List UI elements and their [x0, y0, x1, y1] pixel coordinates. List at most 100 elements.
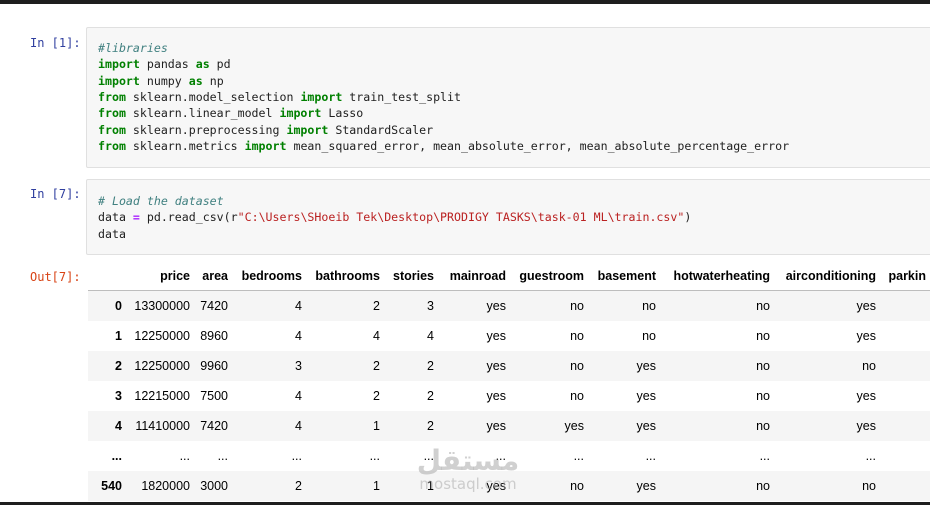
cell-airconditioning: yes [856, 329, 876, 343]
column-header-price: price [126, 262, 194, 291]
cell-guestroom: yes [564, 419, 584, 433]
column-header-bedrooms: bedrooms [232, 262, 306, 291]
table-row: 540 1820000 3000 2 1 1 yes no yes no no [88, 471, 930, 501]
cell-stories: 4 [427, 329, 434, 343]
code-token: as [195, 57, 210, 72]
cell-bedrooms: ... [291, 449, 302, 463]
cell-basement: no [642, 299, 656, 313]
cell-bedrooms: 4 [295, 329, 302, 343]
code-token: np [202, 73, 224, 88]
cell-hotwaterheating: ... [759, 449, 770, 463]
code-token: as [188, 73, 203, 88]
cell-basement: yes [636, 479, 656, 493]
code-line: data = pd.read_csv(r"C:\Users\SHoeib Tek… [98, 209, 691, 225]
cell-hotwaterheating: no [756, 479, 770, 493]
cell-airconditioning: yes [856, 389, 876, 403]
cell-2-code-editor[interactable]: # Load the dataset data = pd.read_csv(r"C… [86, 179, 930, 255]
column-header-mainroad: mainroad [438, 262, 510, 291]
output-prompt: Out[7]: [30, 270, 81, 284]
cell-area: ... [217, 449, 228, 463]
cell-basement: no [642, 329, 656, 343]
cell-mainroad: ... [495, 449, 506, 463]
cell-parking [880, 471, 930, 501]
code-line: from sklearn.linear_model import Lasso [98, 105, 363, 121]
cell-hotwaterheating: no [756, 389, 770, 403]
cell-parking [880, 381, 930, 411]
column-header-guestroom: guestroom [510, 262, 588, 291]
code-token: = [132, 210, 140, 225]
cell-1-code-editor[interactable]: #libraries import pandas as pd import nump… [86, 27, 930, 168]
dataframe-table: price area bedrooms bathrooms stories ma… [88, 262, 930, 501]
cell-area: 7420 [200, 299, 228, 313]
table-row: 1 12250000 8960 4 4 4 yes no no no yes [88, 321, 930, 351]
cell-bathrooms: ... [369, 449, 380, 463]
cell-price: 11410000 [135, 419, 190, 433]
code-token: # Load the dataset [98, 194, 224, 208]
cell-parking [880, 291, 930, 322]
cell-guestroom: no [570, 299, 584, 313]
column-header-index [88, 262, 126, 291]
cell-hotwaterheating: no [756, 299, 770, 313]
cell-bathrooms: 4 [373, 329, 380, 343]
code-token: numpy [139, 73, 189, 88]
row-index: 0 [115, 299, 122, 313]
cell-airconditioning: no [862, 359, 876, 373]
code-token: sklearn.linear_model [125, 106, 280, 121]
cell-hotwaterheating: no [756, 419, 770, 433]
code-token: from [98, 89, 126, 104]
cell-bedrooms: 4 [295, 419, 302, 433]
cell-stories: 2 [427, 419, 434, 433]
cell-bathrooms: 2 [373, 299, 380, 313]
cell-guestroom: no [570, 479, 584, 493]
cell-price: ... [179, 449, 190, 463]
cell-guestroom: no [570, 389, 584, 403]
code-line: data [98, 226, 126, 242]
cell-mainroad: yes [486, 419, 506, 433]
cell-price: 12250000 [134, 359, 190, 373]
code-token: from [98, 122, 126, 137]
code-token: import [98, 57, 140, 72]
cell-hotwaterheating: no [756, 359, 770, 373]
cell-price: 12215000 [134, 389, 190, 403]
code-line: #libraries [98, 40, 168, 56]
cell-bedrooms: 4 [295, 389, 302, 403]
column-header-stories: stories [384, 262, 438, 291]
row-index: 2 [115, 359, 122, 373]
cell-basement: yes [636, 419, 656, 433]
code-token: Lasso [321, 106, 364, 121]
cell-airconditioning: yes [856, 419, 876, 433]
cell-mainroad: yes [486, 359, 506, 373]
cell-basement: ... [645, 449, 656, 463]
code-token: from [98, 138, 126, 153]
cell-area: 9960 [200, 359, 228, 373]
code-line: from sklearn.preprocessing import Standa… [98, 122, 433, 138]
column-header-area: area [194, 262, 232, 291]
code-line: import pandas as pd [98, 56, 231, 72]
cell-parking [880, 441, 930, 471]
code-line: from sklearn.model_selection import trai… [98, 89, 461, 105]
code-token: sklearn.metrics [125, 138, 245, 153]
cell-guestroom: no [570, 329, 584, 343]
cell-price: 1820000 [141, 479, 190, 493]
code-token: pd.read_csv(r [139, 210, 238, 225]
code-token: import [286, 122, 329, 137]
row-index: 1 [115, 329, 122, 343]
cell-2-prompt: In [7]: [30, 187, 81, 201]
code-token: data [98, 210, 133, 225]
column-header-basement: basement [588, 262, 660, 291]
table-row: 2 12250000 9960 3 2 2 yes no yes no no [88, 351, 930, 381]
cell-hotwaterheating: no [756, 329, 770, 343]
cell-area: 7500 [200, 389, 228, 403]
table-row: 0 13300000 7420 4 2 3 yes no no no yes [88, 290, 930, 322]
cell-bathrooms: 1 [373, 479, 380, 493]
cell-parking [880, 321, 930, 351]
cell-parking [880, 411, 930, 441]
row-index: ... [111, 449, 122, 463]
cell-bedrooms: 3 [295, 359, 302, 373]
cell-stories: 2 [427, 389, 434, 403]
cell-stories: 1 [427, 479, 434, 493]
code-token: from [98, 106, 126, 121]
cell-basement: yes [636, 359, 656, 373]
cell-area: 3000 [200, 479, 228, 493]
code-token: pd [209, 57, 231, 72]
